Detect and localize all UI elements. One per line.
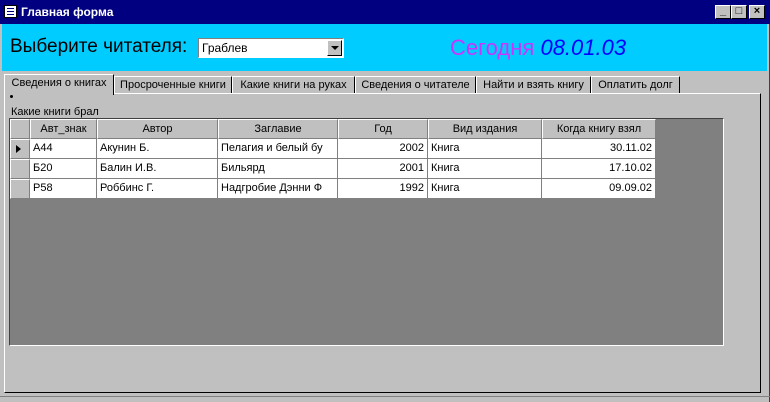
- select-all-corner[interactable]: [10, 119, 30, 139]
- tab-overdue-books[interactable]: Просроченные книги: [114, 76, 232, 94]
- record-selector[interactable]: [10, 179, 30, 199]
- today-display: Сегодня 08.01.03: [450, 35, 626, 61]
- table-cell[interactable]: Балин И.В.: [97, 159, 218, 179]
- column-header[interactable]: Вид издания: [428, 119, 542, 139]
- column-header[interactable]: Автор: [97, 119, 218, 139]
- record-selector[interactable]: [10, 159, 30, 179]
- table-cell[interactable]: 09.09.02: [542, 179, 656, 199]
- table-cell[interactable]: 17.10.02: [542, 159, 656, 179]
- table-cell[interactable]: 2002: [338, 139, 428, 159]
- column-header[interactable]: Авт_знак: [30, 119, 97, 139]
- reader-select-value: Граблев: [202, 41, 248, 55]
- table-cell[interactable]: Бильярд: [218, 159, 338, 179]
- header-panel: Выберите читателя: Граблев Сегодня 08.01…: [2, 24, 767, 71]
- form-icon[interactable]: [4, 5, 17, 18]
- books-datasheet[interactable]: Авт_знак Автор Заглавие Год Вид издания …: [9, 118, 724, 346]
- tab-book-info[interactable]: Сведения о книгах: [4, 74, 114, 95]
- reader-select[interactable]: Граблев: [198, 38, 344, 58]
- today-label: Сегодня: [450, 35, 535, 60]
- window-title: Главная форма: [21, 5, 114, 19]
- table-cell[interactable]: Б20: [30, 159, 97, 179]
- table-cell[interactable]: 30.11.02: [542, 139, 656, 159]
- column-header[interactable]: Год: [338, 119, 428, 139]
- window-bottom-divider: [0, 396, 770, 397]
- books-taken-label: Какие книги брал: [11, 106, 99, 118]
- table-cell[interactable]: Роббинс Г.: [97, 179, 218, 199]
- table-cell[interactable]: Акунин Б.: [97, 139, 218, 159]
- close-button[interactable]: ×: [749, 5, 765, 19]
- focus-dot-icon: [10, 95, 13, 98]
- table-cell[interactable]: Книга: [428, 159, 542, 179]
- table-cell[interactable]: Пелагия и белый бу: [218, 139, 338, 159]
- chevron-down-icon[interactable]: [327, 40, 342, 56]
- tab-reader-info[interactable]: Сведения о читателе: [355, 76, 476, 94]
- table-cell[interactable]: Книга: [428, 179, 542, 199]
- column-header[interactable]: Заглавие: [218, 119, 338, 139]
- tab-find-book[interactable]: Найти и взять книгу: [476, 76, 591, 94]
- main-form-window: Главная форма _ □ × Выберите читателя: Г…: [0, 0, 770, 402]
- today-date: 08.01.03: [540, 35, 627, 60]
- table-cell[interactable]: Надгробие Дэнни Ф: [218, 179, 338, 199]
- table-cell[interactable]: 2001: [338, 159, 428, 179]
- table-cell[interactable]: Книга: [428, 139, 542, 159]
- current-record-icon: [16, 145, 21, 153]
- tab-books-on-hand[interactable]: Какие книги на руках: [232, 76, 355, 94]
- table-cell[interactable]: 1992: [338, 179, 428, 199]
- minimize-button[interactable]: _: [715, 5, 731, 19]
- column-header[interactable]: Когда книгу взял: [542, 119, 656, 139]
- table-cell[interactable]: Р58: [30, 179, 97, 199]
- choose-reader-label: Выберите читателя:: [10, 36, 188, 57]
- record-selector[interactable]: [10, 139, 30, 159]
- table-cell[interactable]: А44: [30, 139, 97, 159]
- tab-pay-debt[interactable]: Оплатить долг: [591, 76, 680, 94]
- title-bar[interactable]: Главная форма _ □ ×: [0, 0, 770, 24]
- maximize-button[interactable]: □: [731, 5, 747, 19]
